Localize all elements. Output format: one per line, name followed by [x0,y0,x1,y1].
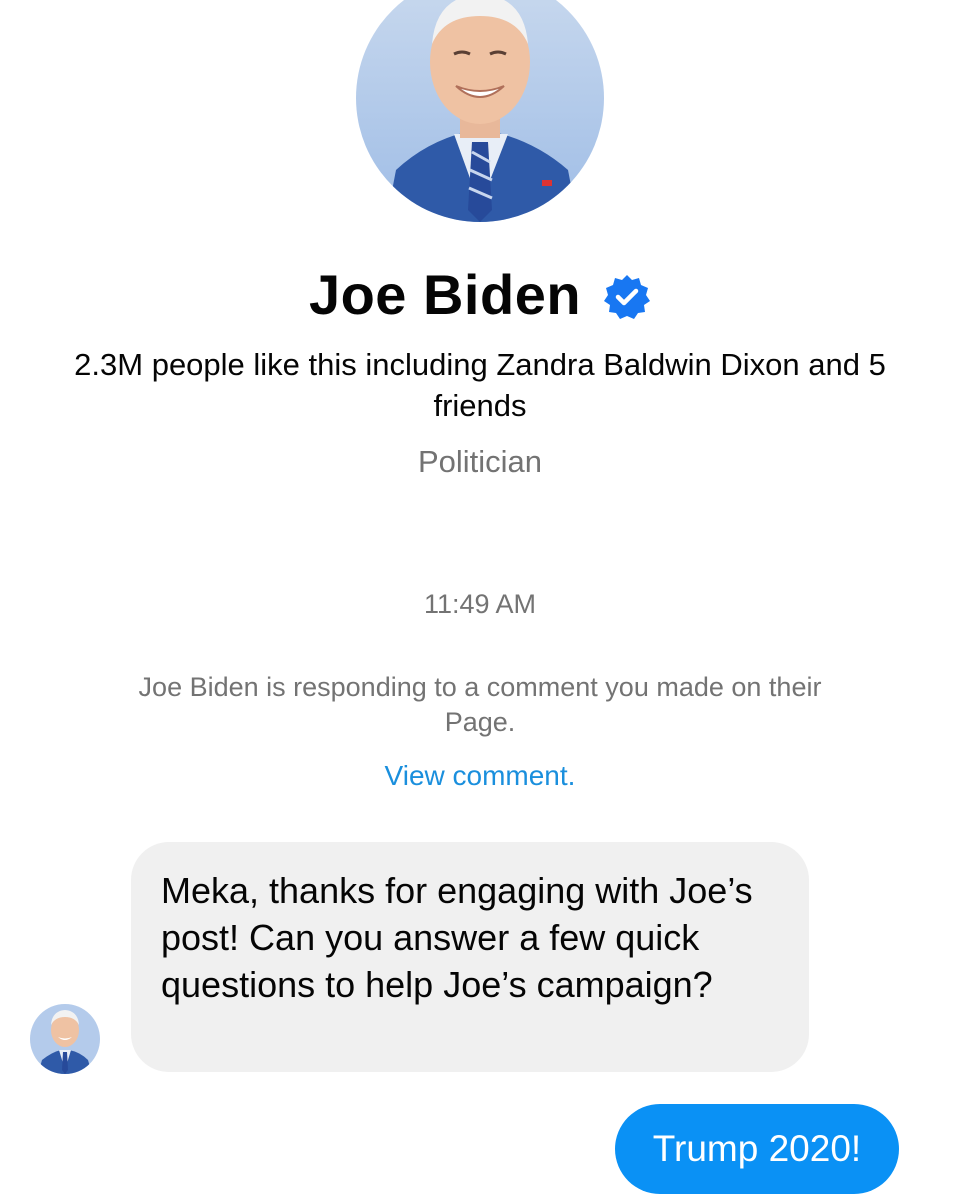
profile-photo[interactable] [356,0,604,222]
message-timestamp: 11:49 AM [423,589,537,619]
outgoing-message-bubble[interactable]: Trump 2020! [615,1104,899,1194]
verified-badge-icon [603,273,651,321]
comment-response-notice: Joe Biden is responding to a comment you… [138,672,822,737]
page-likes-text: 2.3M people like this including Zandra B… [74,347,886,423]
profile-photo-image [356,0,604,222]
page-category: Politician [417,444,543,479]
page-name[interactable]: Joe Biden [309,262,581,327]
page-name-row: Joe Biden [0,262,960,327]
incoming-message-bubble[interactable]: Meka, thanks for engaging with Joe’s pos… [131,842,809,1072]
view-comment-link[interactable]: View comment. [0,760,960,792]
sender-avatar[interactable] [30,1004,100,1074]
